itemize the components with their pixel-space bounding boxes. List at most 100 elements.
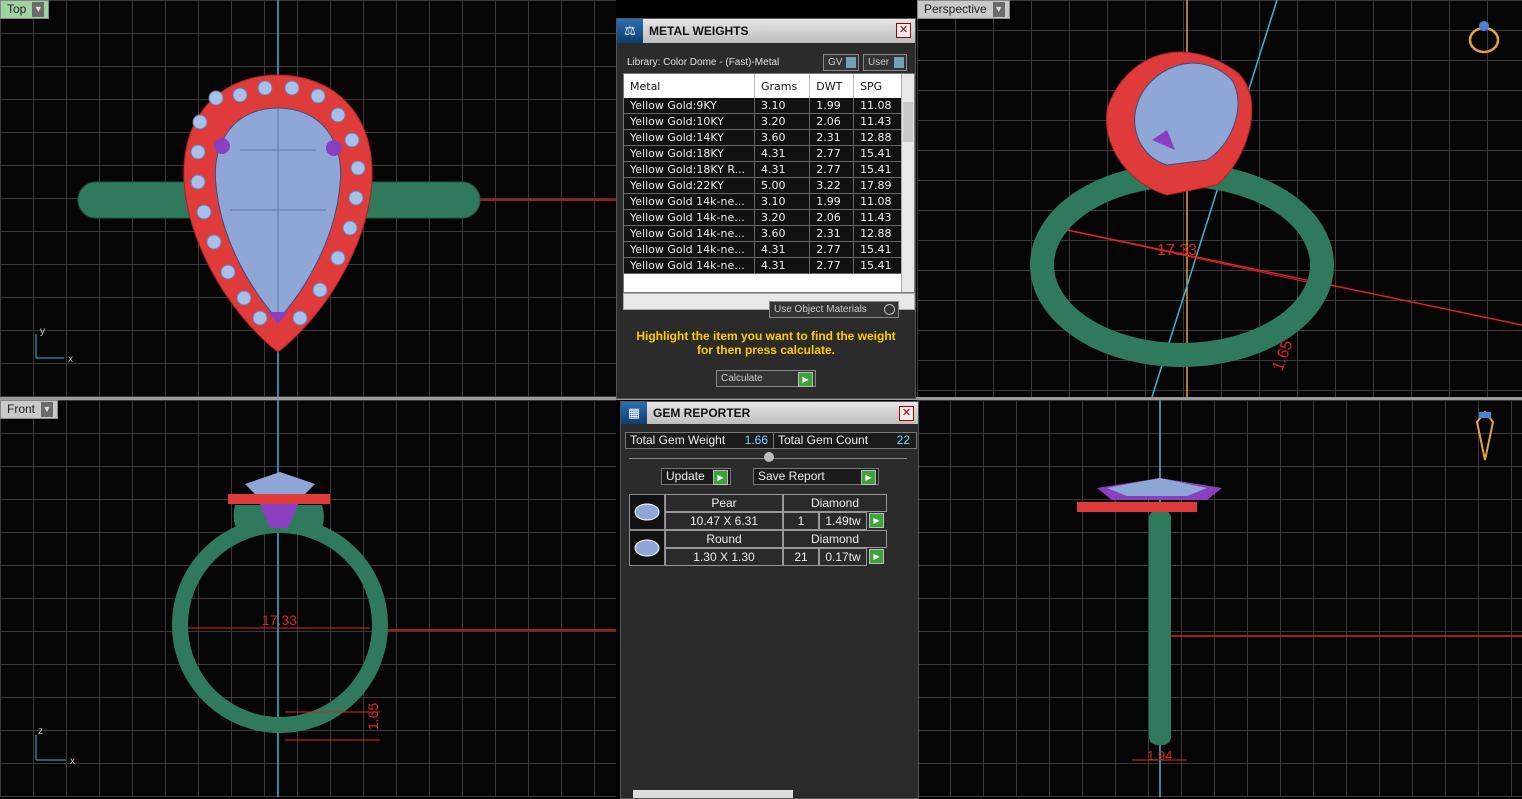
gem-shape: Round	[665, 530, 783, 548]
table-row[interactable]: Yellow Gold 14k-ne... 3.20 2.06 11.43	[624, 209, 904, 226]
user-label: User	[868, 57, 890, 68]
front-axis-z: z	[38, 726, 43, 737]
library-label: Library: Color Dome - (Fast)-Metal	[627, 57, 780, 68]
gem-material: Diamond	[783, 494, 887, 512]
close-icon[interactable]: ✕	[896, 23, 911, 38]
table-cell: 3.10	[754, 193, 811, 210]
table-cell: Yellow Gold:18KY R...	[624, 161, 755, 178]
gem-reporter-titlebar[interactable]: ▦ GEM REPORTER ✕	[621, 402, 918, 424]
front-dimension-2: 1.65	[365, 703, 381, 730]
table-cell: 2.06	[809, 113, 855, 130]
gv-toggle[interactable]: GV	[823, 54, 859, 71]
table-cell: Yellow Gold 14k-ne...	[624, 257, 755, 274]
table-cell: 2.77	[809, 257, 855, 274]
metal-weights-icon: ⚖	[617, 19, 643, 43]
table-cell: 11.43	[853, 209, 904, 226]
right-view-scene: 1.94	[1077, 400, 1522, 797]
save-report-button[interactable]: Save Report ▶	[753, 468, 879, 485]
right-viewport[interactable]: 1.94	[917, 400, 1522, 797]
metal-weights-panel: ⚖ METAL WEIGHTS ✕ Library: Color Dome - …	[616, 18, 916, 399]
update-button[interactable]: Update ▶	[661, 468, 731, 485]
table-cell: 3.20	[754, 209, 811, 226]
play-icon: ▶	[713, 470, 728, 485]
table-cell: 3.22	[809, 177, 855, 194]
use-object-materials-toggle[interactable]: Use Object Materials	[769, 301, 899, 318]
table-cell: 15.41	[853, 145, 904, 162]
col-spg[interactable]: SPG	[853, 74, 904, 98]
table-cell: Yellow Gold 14k-ne...	[624, 241, 755, 258]
table-cell: 2.77	[809, 145, 855, 162]
total-gem-count-value: 22	[896, 433, 910, 447]
col-metal[interactable]: Metal	[624, 74, 755, 98]
table-cell: 2.77	[809, 241, 855, 258]
gem-weight: 0.17tw	[819, 548, 867, 566]
gem-shape: Pear	[665, 494, 783, 512]
table-cell: 15.41	[853, 257, 904, 274]
table-cell: 12.88	[853, 129, 904, 146]
top-viewport[interactable]: y x Top ▼	[0, 0, 616, 397]
total-gem-count-field: Total Gem Count 22	[773, 432, 917, 449]
perspective-viewport-label[interactable]: Perspective ▼	[917, 0, 1010, 19]
table-cell: 15.41	[853, 241, 904, 258]
calculate-label: Calculate	[721, 373, 763, 384]
metal-weights-table[interactable]: Metal Grams DWT SPG Yellow Gold:9KY 3.10 1…	[623, 73, 915, 293]
total-gem-weight-field: Total Gem Weight 1.66	[625, 432, 775, 449]
table-cell: 15.41	[853, 161, 904, 178]
table-row[interactable]: Yellow Gold:10KY 3.20 2.06 11.43	[624, 113, 904, 130]
table-row[interactable]: Yellow Gold:14KY 3.60 2.31 12.88	[624, 129, 904, 146]
gem-thumbnail-icon	[629, 494, 665, 530]
metal-weights-titlebar[interactable]: ⚖ METAL WEIGHTS ✕	[617, 19, 915, 43]
gem-size: 10.47 X 6.31	[665, 512, 783, 530]
table-cell: 4.31	[754, 145, 811, 162]
chevron-down-icon[interactable]: ▼	[992, 2, 1005, 17]
play-icon: ▶	[861, 470, 876, 485]
gem-count: 21	[783, 548, 819, 566]
splitter-handle[interactable]	[764, 452, 774, 462]
total-gem-weight-label: Total Gem Weight	[630, 433, 726, 447]
vertical-scrollbar[interactable]	[901, 74, 914, 292]
table-row[interactable]: Yellow Gold 14k-ne... 4.31 2.77 15.41	[624, 257, 904, 274]
top-viewport-label[interactable]: Top ▼	[0, 0, 50, 19]
table-cell: 1.99	[809, 98, 855, 114]
persp-dimension: 17.33	[1157, 242, 1197, 259]
play-icon[interactable]: ▶	[869, 549, 884, 564]
close-icon[interactable]: ✕	[899, 406, 914, 421]
gv-label: GV	[828, 57, 843, 68]
table-cell: 3.60	[754, 225, 811, 242]
ring-nav-icon	[1468, 21, 1500, 54]
table-row[interactable]: Yellow Gold:22KY 5.00 3.22 17.89	[624, 177, 904, 194]
chevron-down-icon[interactable]: ▼	[41, 402, 54, 417]
gem-row[interactable]: Pear Diamond 10.47 X 6.31 1 1.49tw ▶	[629, 494, 887, 530]
front-viewport-label[interactable]: Front ▼	[0, 400, 59, 419]
table-row[interactable]: Yellow Gold:18KY 4.31 2.77 15.41	[624, 145, 904, 162]
total-gem-weight-value: 1.66	[744, 433, 768, 447]
table-cell: 1.99	[809, 193, 855, 210]
perspective-scene: 17.33 1.65	[1030, 0, 1522, 397]
top-axis-x: x	[68, 354, 73, 365]
total-gem-count-label: Total Gem Count	[778, 433, 869, 447]
play-icon[interactable]: ▶	[869, 513, 884, 528]
table-cell: Yellow Gold:18KY	[624, 145, 755, 162]
perspective-viewport[interactable]: 17.33 1.65 Perspective ▼	[917, 0, 1522, 397]
table-row[interactable]: Yellow Gold 14k-ne... 4.31 2.77 15.41	[624, 241, 904, 258]
col-grams[interactable]: Grams	[754, 74, 811, 98]
table-cell: Yellow Gold:14KY	[624, 129, 755, 146]
table-row[interactable]: Yellow Gold 14k-ne... 3.10 1.99 11.08	[624, 193, 904, 210]
chevron-down-icon[interactable]: ▼	[32, 2, 45, 17]
calculate-button[interactable]: Calculate ▶	[716, 370, 816, 387]
table-row[interactable]: Yellow Gold:18KY R... 4.31 2.77 15.41	[624, 161, 904, 178]
table-cell: 4.31	[754, 161, 811, 178]
table-cell: Yellow Gold 14k-ne...	[624, 209, 755, 226]
table-cell: Yellow Gold 14k-ne...	[624, 193, 755, 210]
gem-row[interactable]: Round Diamond 1.30 X 1.30 21 0.17tw ▶	[629, 530, 887, 566]
table-row[interactable]: Yellow Gold 14k-ne... 3.60 2.31 12.88	[624, 225, 904, 242]
front-viewport[interactable]: 17.33 1.65 z x Front ▼	[0, 400, 616, 797]
table-cell: Yellow Gold 14k-ne...	[624, 225, 755, 242]
table-row[interactable]: Yellow Gold:9KY 3.10 1.99 11.08	[624, 98, 904, 114]
col-dwt[interactable]: DWT	[809, 74, 855, 98]
table-cell: Yellow Gold:9KY	[624, 98, 755, 114]
gem-count: 1	[783, 512, 819, 530]
gem-material: Diamond	[783, 530, 887, 548]
table-cell: 5.00	[754, 177, 811, 194]
user-toggle[interactable]: User	[863, 54, 907, 71]
